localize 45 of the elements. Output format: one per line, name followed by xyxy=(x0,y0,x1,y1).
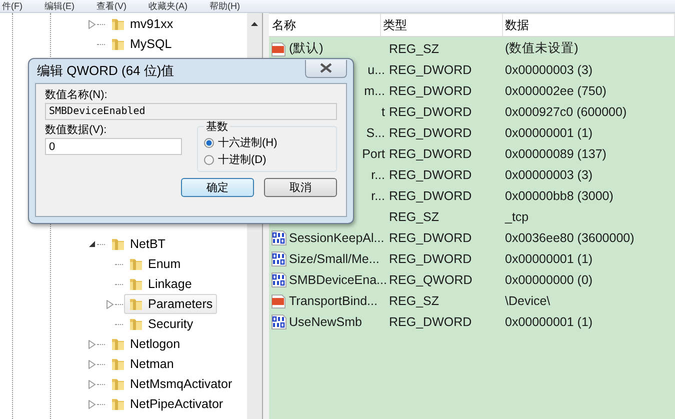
value-type: REG_SZ xyxy=(388,42,440,56)
value-type: REG_SZ xyxy=(388,294,440,308)
field-label: 数值名称(N): xyxy=(45,88,108,102)
value-name: Port xyxy=(362,146,386,160)
field-label: 数值数据(V): xyxy=(45,123,108,137)
value-type: REG_DWORD xyxy=(388,126,473,140)
value-data: 0x00000089 (137) xyxy=(504,146,608,160)
value-name: r... xyxy=(371,168,386,182)
group-label: 基数 xyxy=(205,120,229,134)
value-data: (数值未设置) xyxy=(504,40,580,57)
value-name: S... xyxy=(366,126,386,140)
value-name: SMBDeviceEna... xyxy=(289,272,387,286)
value-name: u... xyxy=(368,62,386,76)
value-data: 0x00000001 (1) xyxy=(504,314,594,328)
value-type: REG_DWORD xyxy=(388,252,473,266)
value-data: 0x0036ee80 (3600000) xyxy=(504,230,636,244)
value-name: Size/Small/Me... xyxy=(289,252,380,266)
value-name: m... xyxy=(364,84,386,98)
dialog-title: 编辑 QWORD (64 位)值 xyxy=(37,62,174,80)
value-type: REG_DWORD xyxy=(388,230,473,244)
value-data: 0x00000001 (1) xyxy=(504,252,594,266)
value-type: REG_DWORD xyxy=(388,146,473,160)
value-type: REG_DWORD xyxy=(388,84,473,98)
value-type: REG_QWORD xyxy=(388,272,474,286)
value-name: t xyxy=(382,104,386,118)
value-data: 0x000002ee (750) xyxy=(504,84,608,98)
value-data: 0x00000003 (3) xyxy=(504,62,594,76)
value-name: (默认) xyxy=(289,40,324,57)
value-type: REG_DWORD xyxy=(388,188,473,202)
value-name: TransportBind... xyxy=(289,294,378,308)
value-type: REG_DWORD xyxy=(388,104,473,118)
value-name: UseNewSmb xyxy=(289,314,362,328)
value-data: 0x000927c0 (600000) xyxy=(504,104,628,118)
value-data: 0x00000000 (0) xyxy=(504,272,594,286)
value-name: r... xyxy=(371,188,386,202)
value-type: REG_DWORD xyxy=(388,62,473,76)
value-data: 0x00000001 (1) xyxy=(504,126,594,140)
value-data: _tcp xyxy=(504,210,530,224)
value-type: REG_SZ xyxy=(388,210,440,224)
value-name: SessionKeepAl... xyxy=(289,230,384,244)
value-type: REG_DWORD xyxy=(388,168,473,182)
value-data: 0x00000003 (3) xyxy=(504,168,594,182)
value-type: REG_DWORD xyxy=(388,314,473,328)
value-data: 0x00000bb8 (3000) xyxy=(504,188,614,202)
value-data: \Device\ xyxy=(504,294,552,308)
